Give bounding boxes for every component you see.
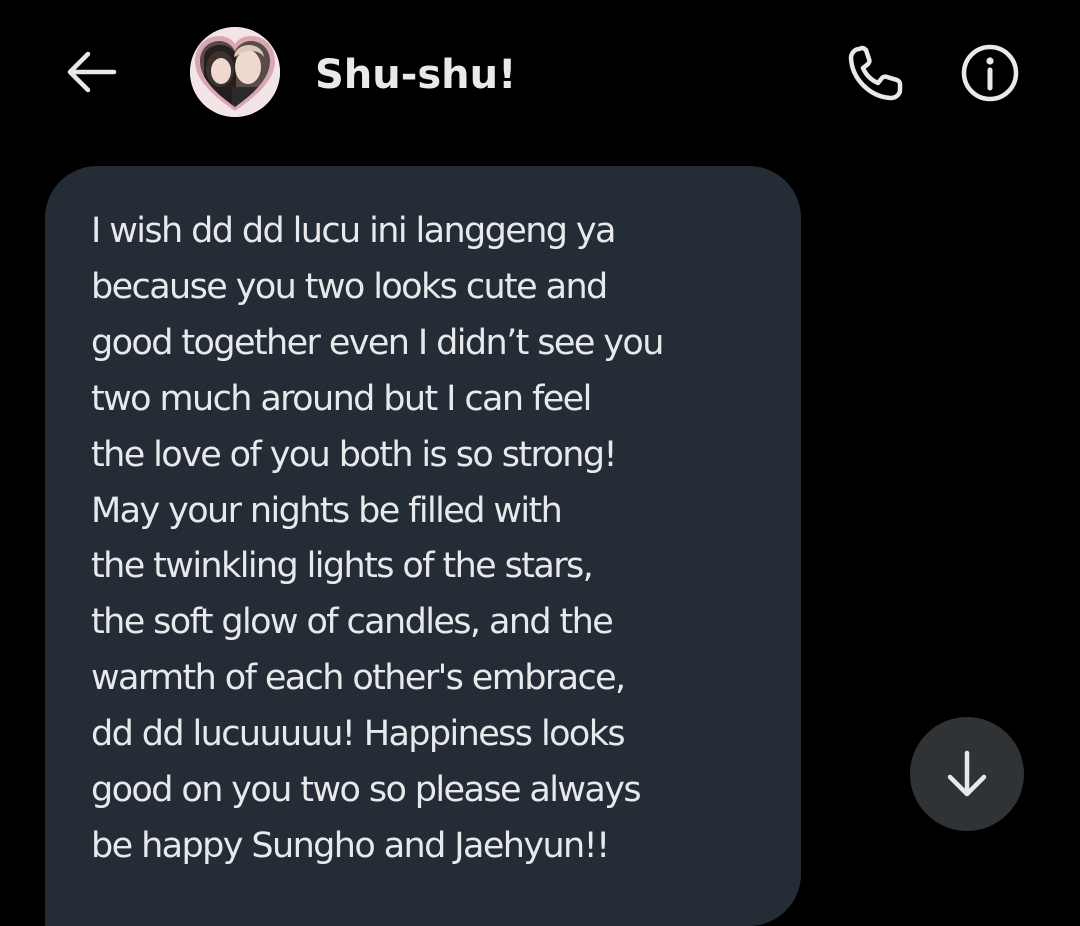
message-line: the soft glow of candles, and the: [91, 602, 614, 643]
message-line: dd dd lucuuuuu! Happiness looks: [91, 714, 626, 755]
info-icon: [961, 44, 1019, 102]
message-line: be happy Sungho and Jaehyun!!: [91, 825, 610, 866]
message-line: warmth of each other's embrace,: [91, 658, 626, 699]
arrow-left-icon: [67, 51, 117, 93]
message-bubble[interactable]: I wish dd dd lucu ini langgeng ya becaus…: [45, 166, 801, 926]
message-line: because you two looks cute and: [91, 266, 608, 307]
conversation-header: xo Shu-shu!: [0, 0, 1080, 150]
info-button[interactable]: [955, 40, 1025, 106]
arrow-down-icon: [947, 750, 987, 797]
call-button[interactable]: [842, 40, 910, 106]
avatar[interactable]: xo: [190, 27, 280, 117]
avatar-photo: xo: [190, 27, 280, 117]
message-line: the twinkling lights of the stars,: [91, 546, 594, 587]
scroll-to-bottom-button[interactable]: [910, 717, 1024, 831]
message-line: May your nights be filled with: [91, 490, 563, 531]
back-button[interactable]: [56, 42, 126, 102]
message-line: the love of you both is so strong!: [91, 434, 618, 475]
message-line: two much around but I can feel: [91, 378, 592, 419]
phone-icon: [848, 45, 903, 101]
message-line: I wish dd dd lucu ini langgeng ya: [91, 211, 616, 251]
message-line: good together even I didn’t see you: [91, 322, 664, 363]
message-text: I wish dd dd lucu ini langgeng ya becaus…: [91, 204, 791, 875]
contact-name[interactable]: Shu-shu!: [315, 47, 516, 103]
message-line: good on you two so please always: [91, 770, 642, 811]
